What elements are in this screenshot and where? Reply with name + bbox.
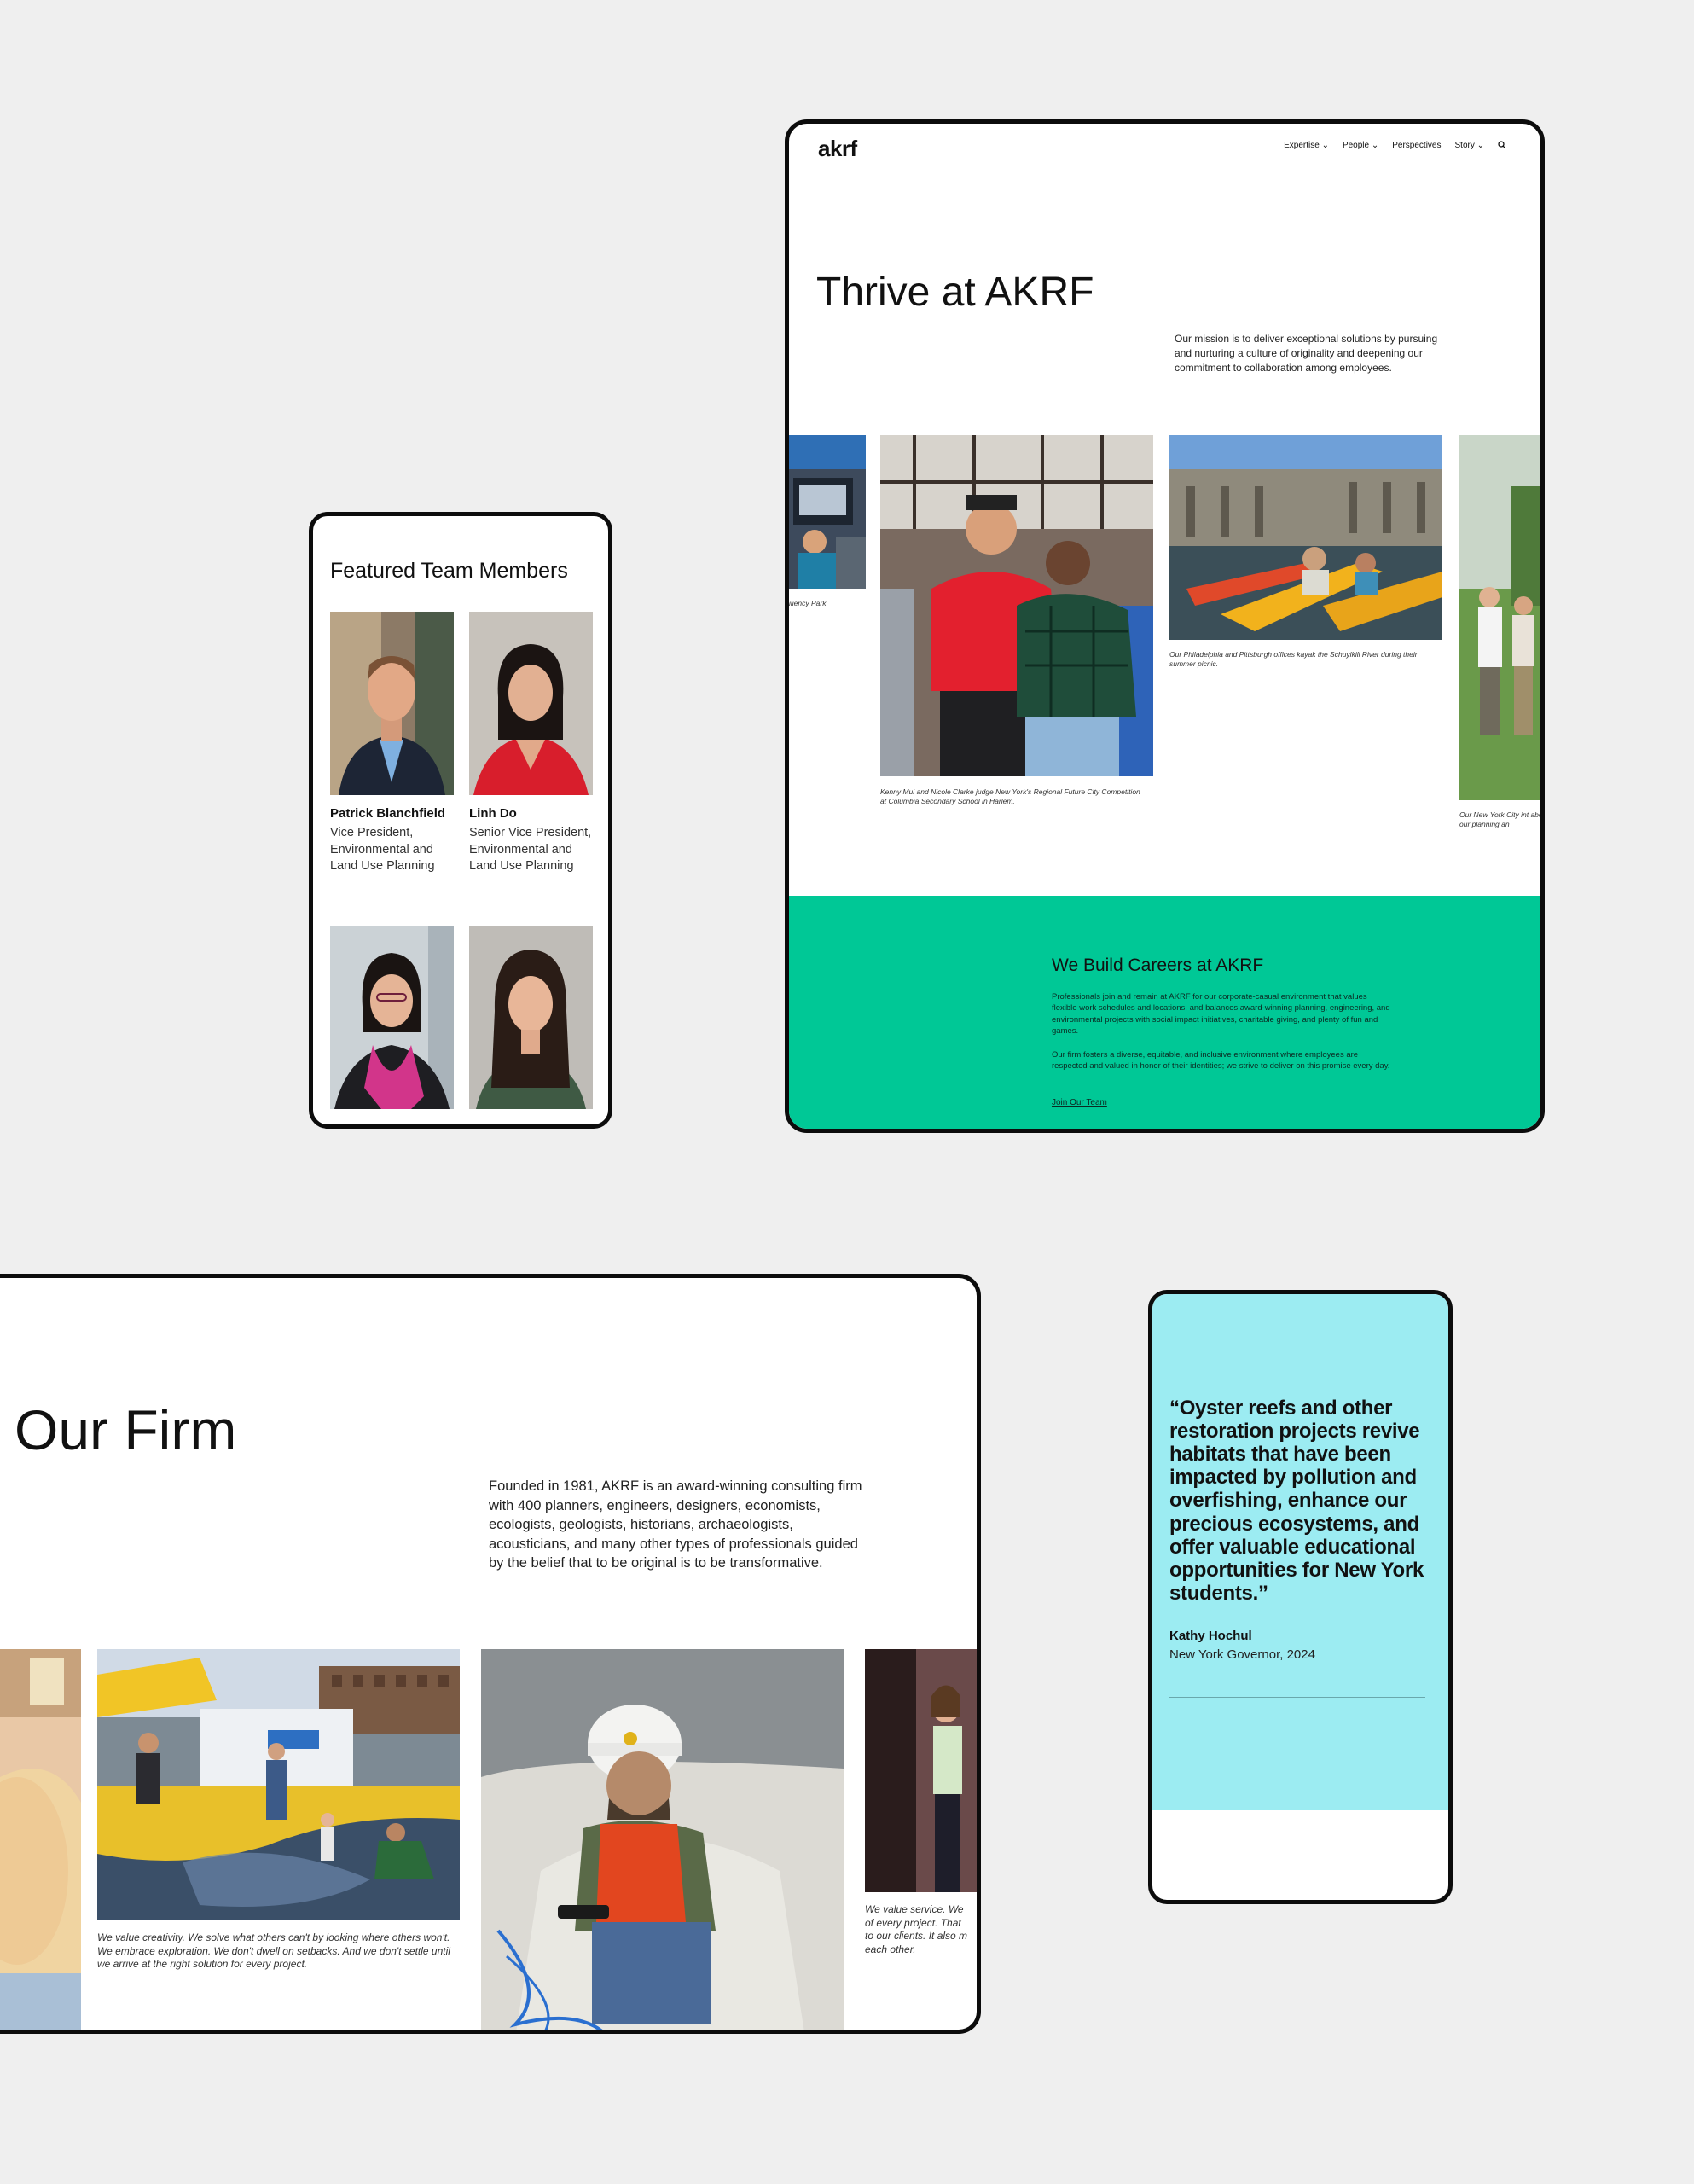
akrf-logo[interactable]: akrf [818, 136, 857, 162]
page-title: Thrive at AKRF [816, 270, 1094, 315]
nav-story[interactable]: Story ⌄ [1455, 141, 1485, 152]
portrait-member-4[interactable] [469, 926, 593, 1109]
photo-child-partial [0, 1649, 81, 2030]
join-our-team-link[interactable]: Join Our Team [1052, 1098, 1107, 1107]
quote-text: “Oyster reefs and other restoration proj… [1169, 1397, 1424, 1605]
caption-creativity: We value creativity. We solve what other… [97, 1931, 450, 1971]
careers-paragraph-2: Our firm fosters a diverse, equitable, a… [1052, 1050, 1390, 1072]
photo-classroom-partial [789, 435, 866, 589]
firm-description: Founded in 1981, AKRF is an award-winnin… [489, 1478, 862, 1571]
quote-phone-mockup: “Oyster reefs and other restoration proj… [1148, 1290, 1453, 1904]
search-icon[interactable] [1498, 141, 1506, 152]
careers-section: We Build Careers at AKRF Professionals j… [789, 896, 1540, 1129]
caption-future-city: Kenny Mui and Nicole Clarke judge New Yo… [880, 787, 1140, 806]
portrait-member-3[interactable] [330, 926, 454, 1109]
quote-author-title: New York Governor, 2024 [1169, 1647, 1315, 1662]
careers-paragraph-1: Professionals join and remain at AKRF fo… [1052, 992, 1390, 1036]
photo-kayak [1169, 435, 1442, 640]
our-firm-desktop-mockup: Our Firm Founded in 1981, AKRF is an awa… [0, 1274, 981, 2034]
team-phone-mockup: Featured Team Members Patrick Blanchfiel… [309, 512, 612, 1129]
nav-perspectives[interactable]: Perspectives [1392, 141, 1441, 152]
portrait-linh-do[interactable] [469, 612, 593, 795]
caption-partial-left: iliency Park [789, 599, 827, 607]
photo-boat-field-worker [481, 1649, 844, 2030]
team-heading: Featured Team Members [330, 559, 568, 583]
member-role: Senior Vice President, Environmental and… [469, 826, 592, 874]
nav-people[interactable]: People ⌄ [1343, 141, 1378, 152]
member-name[interactable]: Patrick Blanchfield [330, 806, 445, 821]
photo-future-city-judges [880, 435, 1153, 776]
mission-text: Our mission is to deliver exceptional so… [1175, 333, 1438, 374]
portrait-patrick-blanchfield[interactable] [330, 612, 454, 795]
caption-kayak: Our Philadelphia and Pittsburgh offices … [1169, 650, 1418, 669]
careers-heading: We Build Careers at AKRF [1052, 956, 1264, 975]
photo-community-chalk [97, 1649, 460, 1920]
photo-speaker-partial [865, 1649, 977, 1892]
nav-expertise[interactable]: Expertise ⌄ [1284, 141, 1329, 152]
member-name[interactable]: Linh Do [469, 806, 517, 821]
main-nav: Expertise ⌄ People ⌄ Perspectives Story … [1284, 141, 1506, 152]
caption-service-partial: We value service. We of every project. T… [865, 1903, 968, 1955]
caption-partial-right: Our New York City int about our planning… [1459, 810, 1545, 829]
careers-tablet-mockup: akrf Expertise ⌄ People ⌄ Perspectives S… [785, 119, 1545, 1133]
divider [1169, 1697, 1425, 1698]
firm-title: Our Firm [15, 1398, 237, 1461]
member-role: Vice President, Environmental and Land U… [330, 826, 435, 874]
quote-author: Kathy Hochul [1169, 1629, 1252, 1643]
photo-nyc-team-partial [1459, 435, 1540, 800]
